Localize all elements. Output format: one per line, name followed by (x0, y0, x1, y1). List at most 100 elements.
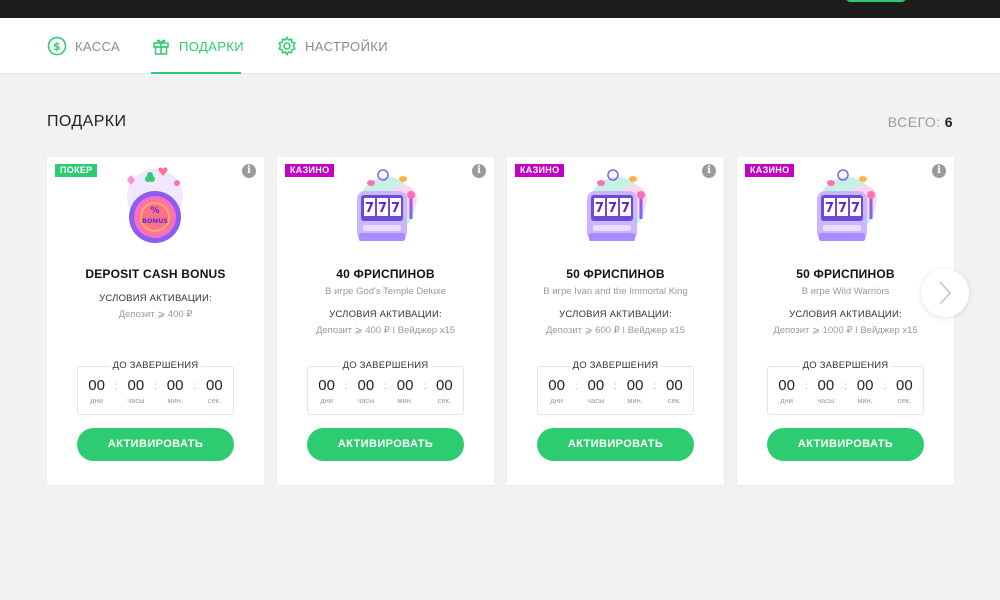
timer-days: 00 (778, 376, 795, 394)
svg-text:7: 7 (365, 201, 374, 216)
timer-label: ДО ЗАВЕРШЕНИЯ (737, 360, 954, 371)
gift-card: КАЗИНО i 7 7 7 40 ФРИСПИНОВ В игре God's… (277, 157, 494, 485)
timer-days: 00 (318, 376, 335, 394)
tab-kassa[interactable]: $ КАССА (47, 18, 120, 74)
carousel-next-button[interactable] (921, 269, 969, 317)
svg-text:7: 7 (825, 201, 834, 216)
tab-bar: $ КАССА ПОДАРКИ НАСТРОЙКИ (0, 18, 1000, 74)
timer-seconds-unit: сек. (667, 395, 681, 405)
category-badge: КАЗИНО (285, 164, 335, 177)
activate-button[interactable]: АКТИВИРОВАТЬ (537, 428, 694, 461)
gear-icon (277, 36, 297, 56)
svg-text:7: 7 (595, 201, 604, 216)
svg-text:7: 7 (838, 201, 847, 216)
total-value: 6 (944, 114, 953, 130)
countdown-timer: 00 дни : 00 часы : 00 мин. : 00 сек. (77, 366, 234, 415)
card-title: 50 ФРИСПИНОВ (566, 267, 665, 281)
timer-seconds: 00 (206, 376, 223, 394)
total-count: ВСЕГО: 6 (888, 114, 953, 130)
timer-minutes-unit: мин. (857, 395, 873, 405)
info-icon[interactable]: i (702, 164, 716, 178)
tab-gifts[interactable]: ПОДАРКИ (151, 18, 245, 74)
tab-gifts-label: ПОДАРКИ (179, 38, 245, 54)
activate-button[interactable]: АКТИВИРОВАТЬ (307, 428, 464, 461)
timer-label: ДО ЗАВЕРШЕНИЯ (47, 360, 264, 371)
slot-machine-icon: 7 7 7 (575, 167, 655, 249)
top-bar (0, 0, 1000, 18)
timer-minutes: 00 (856, 376, 874, 394)
page-title: ПОДАРКИ (47, 113, 127, 130)
category-badge: КАЗИНО (515, 164, 565, 177)
conditions-label: УСЛОВИЯ АКТИВАЦИИ: (789, 309, 902, 320)
timer-minutes-unit: мин. (397, 395, 413, 405)
category-badge: ПОКЕР (55, 164, 98, 177)
info-icon[interactable]: i (242, 164, 256, 178)
chevron-right-icon (939, 281, 952, 305)
slot-machine-icon: 7 7 7 (805, 167, 885, 249)
card-subtitle: В игре Ivan and the Immortal King (543, 286, 688, 297)
conditions-label: УСЛОВИЯ АКТИВАЦИИ: (559, 309, 672, 320)
timer-hours-unit: часы (817, 395, 835, 405)
timer-label: ДО ЗАВЕРШЕНИЯ (507, 360, 724, 371)
gift-icon (151, 36, 171, 56)
dollar-coin-icon: $ (47, 36, 67, 56)
activate-button[interactable]: АКТИВИРОВАТЬ (767, 428, 924, 461)
gift-card: КАЗИНО i 7 7 7 50 ФРИСПИНОВ В игре Wild … (737, 157, 954, 485)
timer-seconds: 00 (436, 376, 453, 394)
timer-days: 00 (88, 376, 105, 394)
card-title: 50 ФРИСПИНОВ (796, 267, 895, 281)
timer-days-unit: дни (550, 395, 563, 405)
timer-hours-unit: часы (127, 395, 145, 405)
timer-seconds: 00 (666, 376, 683, 394)
activate-button[interactable]: АКТИВИРОВАТЬ (77, 428, 234, 461)
timer-days-unit: дни (90, 395, 103, 405)
conditions-value: Депозит ⩾ 400 ₽ I Вейджер x15 (315, 325, 456, 336)
bonus-chip-icon: % BONUS (115, 167, 195, 249)
gift-card: ПОКЕР i % BONUS DEPOSIT CASH BONUS УСЛОВ… (47, 157, 264, 485)
info-icon[interactable]: i (472, 164, 486, 178)
timer-days: 00 (548, 376, 565, 394)
gift-card: КАЗИНО i 7 7 7 50 ФРИСПИНОВ В игре Ivan … (507, 157, 724, 485)
slot-machine-icon: 7 7 7 (345, 167, 425, 249)
countdown-timer: 00 дни : 00 часы : 00 мин. : 00 сек. (307, 366, 464, 415)
conditions-value: Депозит ⩾ 400 ₽ (118, 309, 193, 320)
svg-text:$: $ (53, 40, 61, 53)
countdown-timer: 00 дни : 00 часы : 00 мин. : 00 сек. (537, 366, 694, 415)
timer-hours: 00 (817, 376, 835, 394)
card-subtitle: В игре God's Temple Deluxe (325, 286, 446, 297)
tab-settings[interactable]: НАСТРОЙКИ (277, 18, 388, 74)
timer-days-unit: дни (320, 395, 333, 405)
timer-hours: 00 (357, 376, 375, 394)
svg-text:7: 7 (378, 201, 387, 216)
timer-hours-unit: часы (357, 395, 375, 405)
conditions-value: Депозит ⩾ 600 ₽ I Вейджер x15 (545, 325, 686, 336)
timer-seconds-unit: сек. (437, 395, 451, 405)
timer-hours: 00 (587, 376, 605, 394)
svg-text:BONUS: BONUS (142, 217, 168, 225)
gift-cards: ПОКЕР i % BONUS DEPOSIT CASH BONUS УСЛОВ… (47, 157, 954, 485)
timer-minutes: 00 (166, 376, 184, 394)
timer-hours: 00 (127, 376, 145, 394)
conditions-value: Депозит ⩾ 1000 ₽ I Вейджер x15 (773, 325, 918, 336)
svg-text:7: 7 (621, 201, 630, 216)
timer-hours-unit: часы (587, 395, 605, 405)
timer-days-unit: дни (780, 395, 793, 405)
svg-text:%: % (150, 206, 159, 216)
timer-label: ДО ЗАВЕРШЕНИЯ (277, 360, 494, 371)
timer-minutes-unit: мин. (167, 395, 183, 405)
svg-text:7: 7 (391, 201, 400, 216)
svg-text:7: 7 (608, 201, 617, 216)
timer-seconds-unit: сек. (897, 395, 911, 405)
countdown-timer: 00 дни : 00 часы : 00 мин. : 00 сек. (767, 366, 924, 415)
timer-seconds-unit: сек. (207, 395, 221, 405)
top-bar-button[interactable] (845, 0, 907, 2)
timer-seconds: 00 (896, 376, 913, 394)
info-icon[interactable]: i (932, 164, 946, 178)
conditions-label: УСЛОВИЯ АКТИВАЦИИ: (99, 293, 212, 304)
svg-text:7: 7 (851, 201, 860, 216)
timer-minutes: 00 (626, 376, 644, 394)
category-badge: КАЗИНО (745, 164, 795, 177)
total-label: ВСЕГО: (887, 114, 941, 130)
card-title: DEPOSIT CASH BONUS (85, 267, 226, 281)
tab-kassa-label: КАССА (75, 38, 121, 54)
